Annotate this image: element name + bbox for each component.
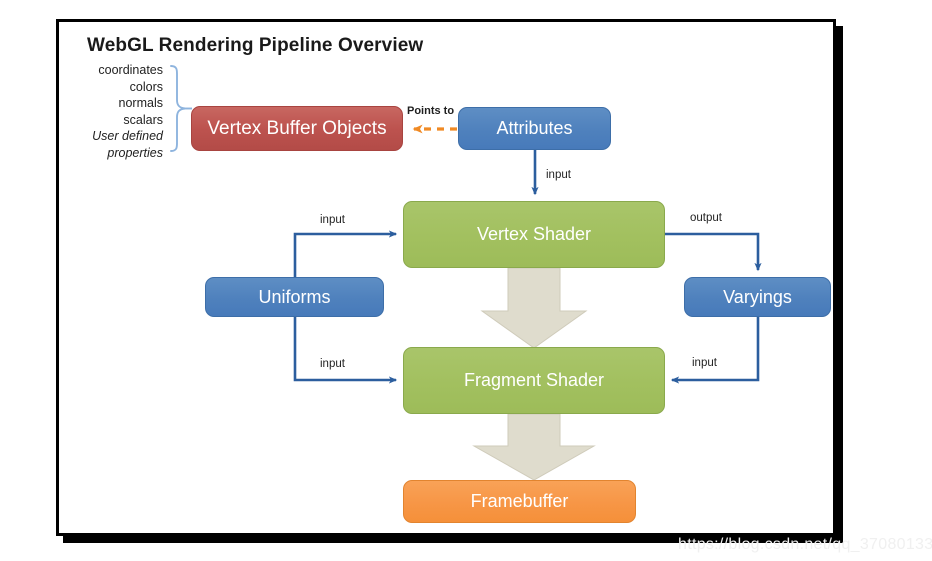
edge-uniforms-to-vertex [293,230,398,278]
page-title: WebGL Rendering Pipeline Overview [87,35,424,56]
edge-uniforms-to-fragment [293,316,398,384]
list-item: scalars [123,112,163,127]
edge-label-varyings-input: input [692,357,717,369]
source-list: coordinates colors normals scalars User … [59,62,163,161]
list-item: properties [107,145,163,160]
flow-arrow-fragment-to-framebuffer [472,413,596,481]
node-vertex-buffer-objects[interactable]: Vertex Buffer Objects [191,106,403,151]
watermark: https://blog.csdn.net/qq_37080133 [678,536,932,553]
edge-varyings-to-fragment [670,316,760,384]
node-framebuffer[interactable]: Framebuffer [403,480,636,523]
edge-label-vertex-output: output [690,212,722,224]
edge-label-attributes-input: input [546,169,571,181]
node-varyings[interactable]: Varyings [684,277,831,317]
diagram-frame: WebGL Rendering Pipeline Overview coordi… [56,19,836,536]
list-item: colors [129,79,163,94]
node-uniforms[interactable]: Uniforms [205,277,384,317]
list-item: coordinates [98,63,163,77]
edge-label-uniforms-fragment-input: input [320,358,345,370]
node-attributes[interactable]: Attributes [458,107,611,150]
edge-vertex-to-varyings [665,232,762,272]
node-vertex-shader[interactable]: Vertex Shader [403,201,665,268]
source-list-bracket [170,65,192,152]
list-item: User defined [92,129,163,143]
edge-label-uniforms-vertex-input: input [320,214,345,226]
edge-label-points-to: Points to [407,105,455,117]
node-fragment-shader[interactable]: Fragment Shader [403,347,665,414]
flow-arrow-vertex-to-fragment [480,267,588,349]
list-item: normals [118,96,163,110]
